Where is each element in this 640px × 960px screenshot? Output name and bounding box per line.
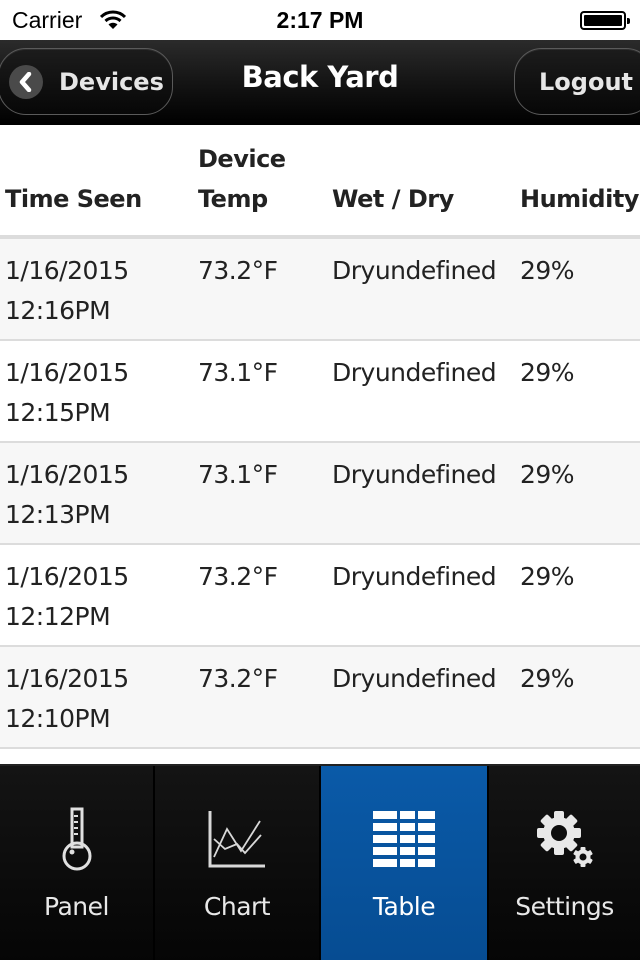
tab-bar: Panel Chart Table Settings xyxy=(0,764,640,960)
table-row: 1/16/2015 12:15PM 73.1°F Dryundefined 29… xyxy=(0,341,640,443)
status-bar: Carrier 2:17 PM xyxy=(0,0,640,40)
cell-time: 12:13PM xyxy=(5,500,111,529)
cell-temp: 73.2°F xyxy=(198,562,278,591)
cell-time-seen: 1/16/2015 12:12PM xyxy=(5,557,129,637)
header-wet-dry: Wet / Dry xyxy=(332,185,454,213)
cell-time: 12:12PM xyxy=(5,602,111,631)
cell-wet-dry: Dryundefined xyxy=(332,256,497,285)
cell-time: 12:15PM xyxy=(5,398,111,427)
cell-humidity: 29% xyxy=(520,460,575,489)
table-row: 1/16/2015 12:13PM 73.1°F Dryundefined 29… xyxy=(0,443,640,545)
cell-time-seen: 1/16/2015 12:15PM xyxy=(5,353,129,433)
tab-chart[interactable]: Chart xyxy=(155,766,321,960)
table-row: 1/16/2015 12:16PM 73.2°F Dryundefined 29… xyxy=(0,239,640,341)
battery-full-icon xyxy=(580,11,630,30)
cell-temp: 73.1°F xyxy=(198,358,278,387)
header-device-temp-line2: Temp xyxy=(198,185,268,213)
tab-table-label: Table xyxy=(372,892,436,921)
cell-date: 1/16/2015 xyxy=(5,460,129,489)
cell-humidity: 29% xyxy=(520,664,575,693)
readings-table: Time Seen Device Temp Wet / Dry Humidity… xyxy=(0,125,640,749)
logout-button[interactable]: Logout xyxy=(514,48,640,115)
tab-settings[interactable]: Settings xyxy=(489,766,640,960)
cell-temp: 73.1°F xyxy=(198,460,278,489)
cell-humidity: 29% xyxy=(520,562,575,591)
table-grid-icon xyxy=(369,806,439,872)
header-device-temp: Device Temp xyxy=(198,139,286,219)
cell-wet-dry: Dryundefined xyxy=(332,460,497,489)
gears-icon xyxy=(530,806,600,872)
cell-temp: 73.2°F xyxy=(198,664,278,693)
cell-wet-dry: Dryundefined xyxy=(332,664,497,693)
cell-time-seen: 1/16/2015 12:16PM xyxy=(5,251,129,331)
cell-wet-dry: Dryundefined xyxy=(332,562,497,591)
table-row: 1/16/2015 12:10PM 73.2°F Dryundefined 29… xyxy=(0,647,640,749)
clock: 2:17 PM xyxy=(276,7,364,33)
cell-time: 12:10PM xyxy=(5,704,111,733)
cell-date: 1/16/2015 xyxy=(5,664,129,693)
tab-panel-label: Panel xyxy=(44,892,109,921)
navigation-bar: Devices Back Yard Logout xyxy=(0,40,640,125)
cell-humidity: 29% xyxy=(520,256,575,285)
cell-date: 1/16/2015 xyxy=(5,256,129,285)
cell-date: 1/16/2015 xyxy=(5,562,129,591)
header-humidity: Humidity xyxy=(520,185,639,213)
tab-table[interactable]: Table xyxy=(321,766,489,960)
table-row: 1/16/2015 12:12PM 73.2°F Dryundefined 29… xyxy=(0,545,640,647)
table-header: Time Seen Device Temp Wet / Dry Humidity xyxy=(0,125,640,239)
tab-chart-label: Chart xyxy=(203,892,271,921)
logout-button-label: Logout xyxy=(539,67,634,96)
tab-panel[interactable]: Panel xyxy=(0,766,155,960)
cell-humidity: 29% xyxy=(520,358,575,387)
cell-temp: 73.2°F xyxy=(198,256,278,285)
cell-wet-dry: Dryundefined xyxy=(332,358,497,387)
header-device-temp-line1: Device xyxy=(198,145,286,173)
thermometer-icon xyxy=(42,806,112,872)
tab-settings-label: Settings xyxy=(515,892,614,921)
header-time-seen: Time Seen xyxy=(5,185,142,213)
line-chart-icon xyxy=(202,806,272,872)
cell-date: 1/16/2015 xyxy=(5,358,129,387)
cell-time-seen: 1/16/2015 12:10PM xyxy=(5,659,129,739)
cell-time: 12:16PM xyxy=(5,296,111,325)
cell-time-seen: 1/16/2015 12:13PM xyxy=(5,455,129,535)
